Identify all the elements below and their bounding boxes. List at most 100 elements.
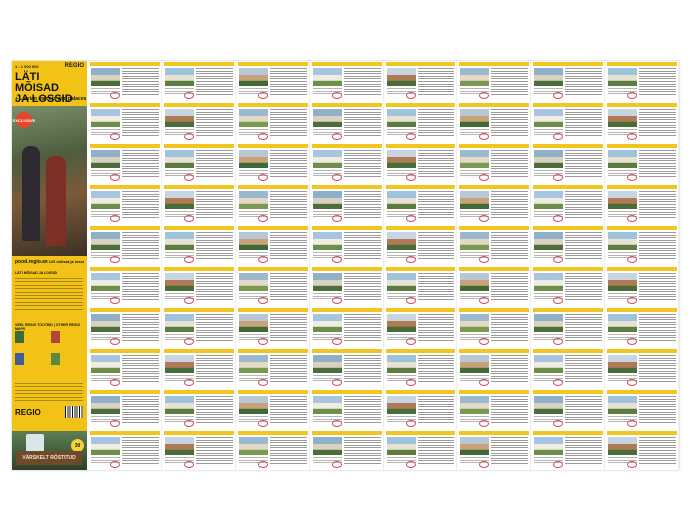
- manor-photo: [608, 396, 638, 414]
- card-header: [311, 62, 382, 66]
- card-header: [237, 267, 308, 271]
- card-header: [90, 267, 160, 271]
- manor-photo: [238, 355, 268, 373]
- card-description: [269, 68, 307, 97]
- website-note: 120 mõisat ja lossi: [48, 259, 84, 264]
- manor-photo: [164, 396, 194, 414]
- card-description: [343, 437, 381, 466]
- manor-photo: [91, 150, 120, 168]
- manor-card: [458, 143, 532, 183]
- manor-photo: [312, 273, 342, 291]
- manor-card: [89, 430, 162, 470]
- card-description: [122, 68, 159, 97]
- stamp-icon: [257, 92, 268, 99]
- manor-card: [606, 225, 679, 265]
- stamp-icon: [479, 92, 490, 99]
- manor-card: [310, 102, 384, 142]
- manor-card: [162, 348, 236, 388]
- manor-photo: [312, 150, 342, 168]
- manor-photo: [312, 191, 342, 209]
- manor-photo: [534, 150, 564, 168]
- stamp-icon: [627, 379, 638, 386]
- card-description: [639, 273, 676, 302]
- manor-photo: [460, 232, 490, 250]
- manor-photo: [534, 437, 564, 455]
- scale-label: 1 : 1 000 000: [15, 64, 39, 69]
- stamp-icon: [627, 174, 638, 181]
- manor-card: [162, 430, 236, 470]
- stamp-icon: [479, 256, 490, 263]
- card-header: [607, 144, 677, 148]
- card-header: [607, 103, 677, 107]
- stamp-icon: [257, 338, 268, 345]
- stamp-icon: [405, 338, 416, 345]
- manor-card: [532, 102, 606, 142]
- stamp-icon: [331, 215, 342, 222]
- card-description: [122, 314, 159, 343]
- card-header: [533, 103, 604, 107]
- stamp-icon: [627, 133, 638, 140]
- manor-card: [162, 143, 236, 183]
- manor-photo: [534, 109, 564, 127]
- card-description: [639, 191, 676, 220]
- cover-footnote: [15, 383, 83, 403]
- card-description: [122, 396, 159, 425]
- card-header: [385, 308, 456, 312]
- manor-photo: [312, 68, 342, 86]
- manor-photo: [386, 355, 416, 373]
- manor-photo: [534, 396, 564, 414]
- card-description: [269, 109, 307, 138]
- manor-card: [606, 307, 679, 347]
- card-header: [90, 349, 160, 353]
- card-header: [459, 226, 530, 230]
- stamp-icon: [405, 461, 416, 468]
- card-header: [237, 226, 308, 230]
- card-header: [311, 390, 382, 394]
- card-header: [163, 103, 234, 107]
- card-header: [533, 349, 604, 353]
- manor-photo: [312, 396, 342, 414]
- manor-photo: [608, 314, 638, 332]
- card-header: [385, 226, 456, 230]
- card-header: [163, 308, 234, 312]
- manor-card: [236, 266, 310, 306]
- manor-photo: [91, 355, 120, 373]
- card-header: [237, 390, 308, 394]
- stamp-icon: [405, 297, 416, 304]
- manor-card: [606, 143, 679, 183]
- photo-figure: [46, 156, 66, 246]
- stamp-icon: [553, 461, 564, 468]
- card-header: [311, 308, 382, 312]
- manor-card: [236, 61, 310, 101]
- stamp-icon: [183, 92, 194, 99]
- manor-card: [532, 266, 606, 306]
- card-description: [417, 396, 455, 425]
- manor-card: [310, 307, 384, 347]
- stamp-icon: [183, 461, 194, 468]
- card-description: [491, 396, 529, 425]
- card-description: [639, 109, 676, 138]
- card-description: [491, 191, 529, 220]
- stamp-icon: [183, 297, 194, 304]
- manor-photo: [91, 273, 120, 291]
- stamp-icon: [331, 379, 342, 386]
- stamp-icon: [183, 420, 194, 427]
- card-description: [195, 437, 233, 466]
- stamp-icon: [627, 338, 638, 345]
- manor-photo: [608, 232, 638, 250]
- manor-photo: [534, 191, 564, 209]
- manor-photo: [312, 437, 342, 455]
- card-description: [639, 396, 676, 425]
- card-header: [311, 349, 382, 353]
- card-description: [417, 232, 455, 261]
- stamp-icon: [479, 461, 490, 468]
- card-description: [122, 150, 159, 179]
- manor-card: [310, 348, 384, 388]
- card-header: [90, 144, 160, 148]
- manor-card: [89, 102, 162, 142]
- manor-photo: [386, 437, 416, 455]
- card-description: [565, 150, 603, 179]
- card-description: [565, 355, 603, 384]
- manor-photo: [238, 437, 268, 455]
- stamp-icon: [110, 256, 120, 263]
